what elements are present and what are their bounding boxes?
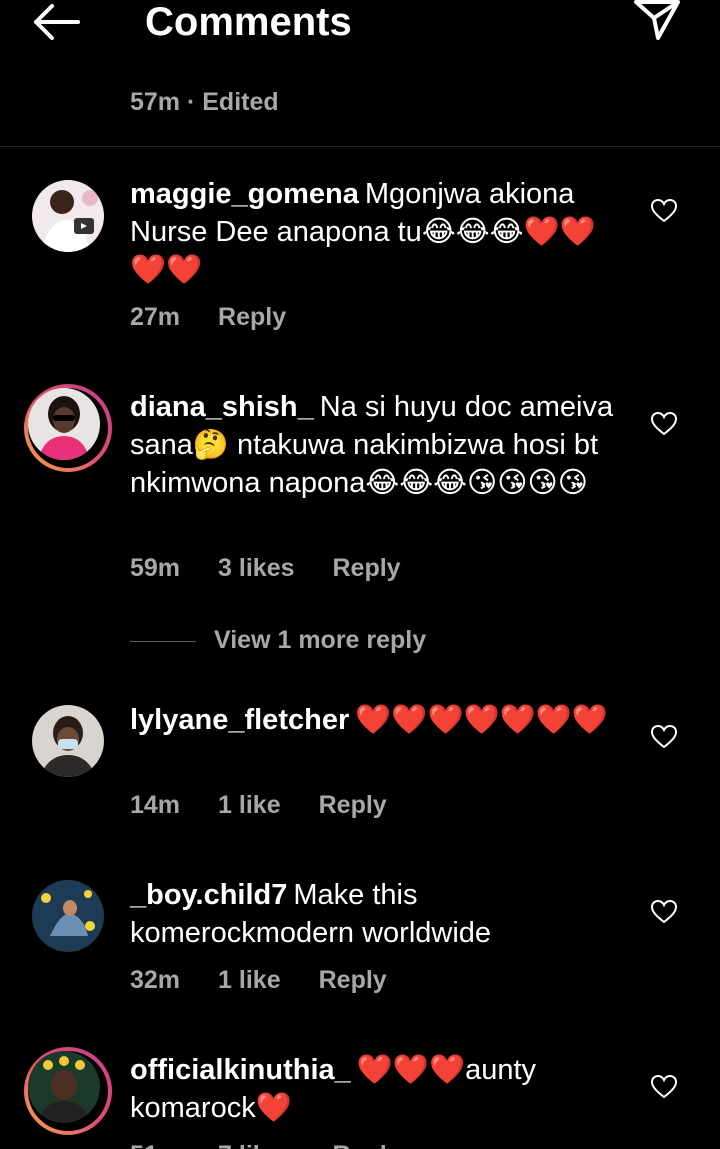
view-more-label: View 1 more reply [214,626,427,654]
likes-count[interactable]: 7 likes [218,1141,294,1149]
comment-meta: 14m 1 like Reply [130,791,425,820]
comment-meta: 27m Reply [130,303,324,332]
back-button[interactable] [30,2,82,42]
comment-content: ❤️❤️❤️❤️❤️❤️❤️ [355,704,608,736]
comment-time: 32m [130,966,181,994]
divider-line [130,640,196,642]
reply-button[interactable]: Reply [333,554,401,582]
username[interactable]: diana_shish_ [130,391,314,423]
reply-button[interactable]: Reply [319,791,387,819]
share-button[interactable] [630,0,684,42]
caption-meta: 57m · Edited [130,88,279,116]
comment-text: diana_shish_ Na si huyu doc ameiva sana🤔 … [130,388,630,502]
comments-screen: Comments 57m · Edited maggie_gomena Mgonj… [0,0,720,1149]
page-title: Comments [145,0,352,44]
heart-icon[interactable] [650,198,678,223]
comment-meta: 51m 7 likes Reply [130,1141,439,1149]
likes-count[interactable]: 1 like [218,791,281,819]
comment-text: lylyane_fletcher ❤️❤️❤️❤️❤️❤️❤️ [130,701,630,739]
username[interactable]: _boy.child7 [130,879,287,911]
story-ring[interactable] [24,384,112,472]
comment-time: 59m [130,554,181,582]
comment-text: officialkinuthia_ ❤️❤️❤️aunty komarock❤️ [130,1051,630,1127]
story-ring[interactable] [24,1047,112,1135]
comment-meta: 59m 3 likes Reply [130,554,439,583]
comment-text: maggie_gomena Mgonjwa akiona Nurse Dee an… [130,175,630,289]
divider [0,146,720,147]
comment-time: 14m [130,791,181,819]
paper-plane-icon [634,0,680,40]
likes-count[interactable]: 3 likes [218,554,294,582]
likes-count[interactable]: 1 like [218,966,281,994]
username[interactable]: officialkinuthia_ [130,1054,351,1086]
avatar[interactable] [32,180,104,252]
heart-icon[interactable] [650,899,678,924]
avatar[interactable] [32,705,104,777]
arrow-left-icon [34,4,80,40]
heart-icon[interactable] [650,1074,678,1099]
avatar[interactable] [32,880,104,952]
avatar [28,1051,100,1123]
heart-icon[interactable] [650,411,678,436]
avatar [28,388,100,460]
reply-button[interactable]: Reply [319,966,387,994]
header-bar: Comments [0,0,720,50]
comment-time: 27m [130,303,181,331]
view-more-replies[interactable]: View 1 more reply [130,626,426,662]
comment-text: _boy.child7 Make this komerockmodern worl… [130,876,630,952]
username[interactable]: lylyane_fletcher [130,704,349,736]
reply-button[interactable]: Reply [333,1141,401,1149]
comment-time: 51m [130,1141,180,1149]
comment-meta: 32m 1 like Reply [130,966,425,995]
reply-button[interactable]: Reply [218,303,286,331]
heart-icon[interactable] [650,724,678,749]
username[interactable]: maggie_gomena [130,178,359,210]
